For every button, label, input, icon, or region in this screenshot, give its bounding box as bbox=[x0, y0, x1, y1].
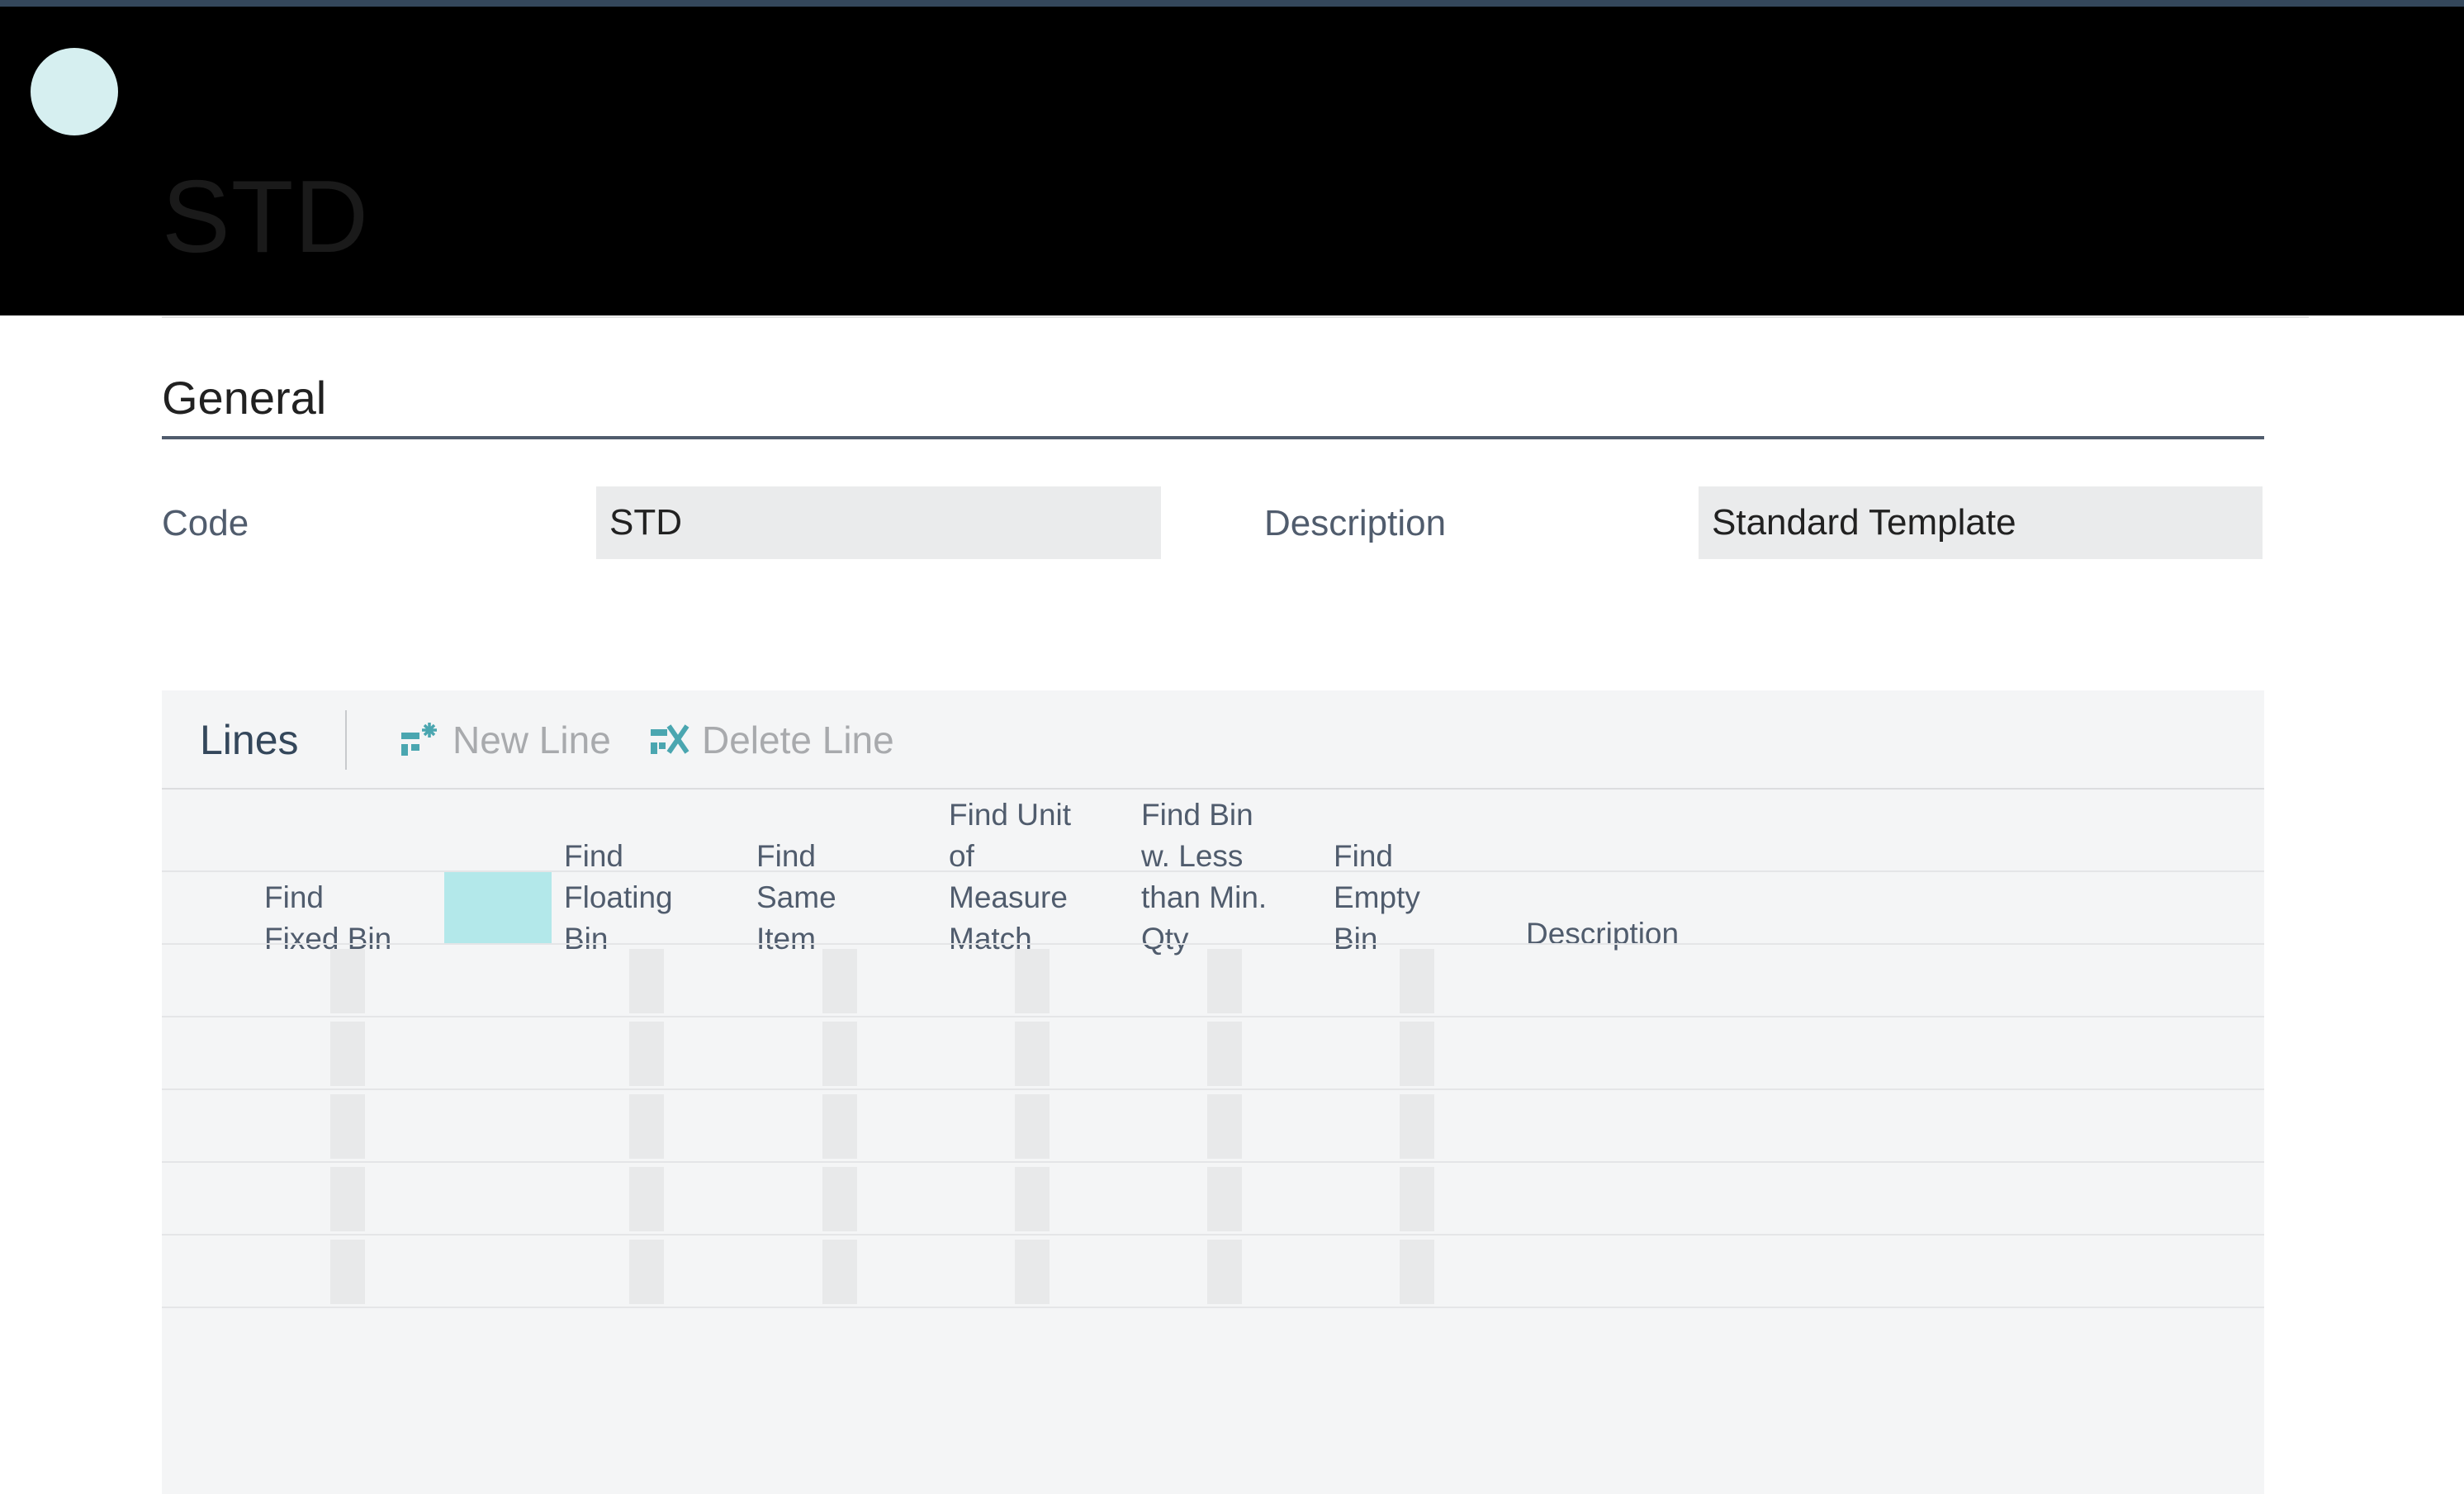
find-uom-match-checkbox[interactable] bbox=[1015, 1094, 1050, 1159]
general-section-title[interactable]: General bbox=[162, 368, 326, 428]
delete-line-icon bbox=[651, 724, 689, 754]
find-same-item-checkbox[interactable] bbox=[822, 949, 857, 1013]
table-row[interactable] bbox=[162, 1090, 2264, 1163]
delete-line-label: Delete Line bbox=[702, 719, 894, 761]
find-fixed-bin-checkbox[interactable] bbox=[330, 1240, 365, 1304]
find-empty-bin-checkbox[interactable] bbox=[1400, 1240, 1434, 1304]
description-field[interactable]: Standard Template bbox=[1699, 486, 2263, 559]
find-fixed-bin-checkbox[interactable] bbox=[330, 1022, 365, 1086]
top-accent-bar bbox=[0, 0, 2464, 7]
find-floating-bin-checkbox[interactable] bbox=[629, 949, 664, 1013]
find-empty-bin-checkbox[interactable] bbox=[1400, 1022, 1434, 1086]
lines-title[interactable]: Lines bbox=[200, 715, 299, 765]
table-row[interactable] bbox=[162, 1236, 2264, 1308]
description-label: Description bbox=[1264, 503, 1447, 543]
header-divider bbox=[162, 316, 2309, 318]
find-floating-bin-checkbox[interactable] bbox=[629, 1022, 664, 1086]
find-uom-match-checkbox[interactable] bbox=[1015, 1167, 1050, 1231]
section-divider bbox=[162, 436, 2264, 439]
avatar[interactable] bbox=[31, 48, 118, 135]
find-bin-less-min-qty-checkbox[interactable] bbox=[1207, 1167, 1242, 1231]
delete-line-button[interactable]: Delete Line bbox=[649, 715, 894, 765]
lines-toolbar: Lines New Line Delete Line bbox=[162, 690, 2264, 790]
find-bin-less-min-qty-checkbox[interactable] bbox=[1207, 1022, 1242, 1086]
new-line-label: New Line bbox=[453, 719, 611, 761]
find-fixed-bin-checkbox[interactable] bbox=[330, 1094, 365, 1159]
find-floating-bin-checkbox[interactable] bbox=[629, 1240, 664, 1304]
find-floating-bin-checkbox[interactable] bbox=[629, 1167, 664, 1231]
find-uom-match-checkbox[interactable] bbox=[1015, 949, 1050, 1013]
find-same-item-checkbox[interactable] bbox=[822, 1240, 857, 1304]
find-fixed-bin-checkbox[interactable] bbox=[330, 949, 365, 1013]
find-same-item-checkbox[interactable] bbox=[822, 1022, 857, 1086]
table-row[interactable] bbox=[162, 1163, 2264, 1236]
find-bin-less-min-qty-checkbox[interactable] bbox=[1207, 1094, 1242, 1159]
code-field[interactable]: STD bbox=[596, 486, 1161, 559]
find-empty-bin-checkbox[interactable] bbox=[1400, 1094, 1434, 1159]
table-row-new[interactable] bbox=[162, 872, 2264, 945]
find-fixed-bin-checkbox[interactable] bbox=[330, 1167, 365, 1231]
new-line-button[interactable]: New Line bbox=[400, 715, 611, 765]
find-bin-less-min-qty-checkbox[interactable] bbox=[1207, 1240, 1242, 1304]
find-empty-bin-checkbox[interactable] bbox=[1400, 1167, 1434, 1231]
lines-panel: Lines New Line Delete Line Find Fixed Bi… bbox=[162, 690, 2264, 1494]
table-row[interactable] bbox=[162, 1017, 2264, 1090]
find-floating-bin-checkbox[interactable] bbox=[629, 1094, 664, 1159]
find-same-item-checkbox[interactable] bbox=[822, 1167, 857, 1231]
find-bin-less-min-qty-checkbox[interactable] bbox=[1207, 949, 1242, 1013]
toolbar-separator bbox=[345, 710, 347, 770]
selected-cell[interactable] bbox=[444, 872, 552, 943]
page-header: STD bbox=[0, 7, 2464, 315]
find-uom-match-checkbox[interactable] bbox=[1015, 1240, 1050, 1304]
code-label: Code bbox=[162, 503, 249, 543]
table-row[interactable] bbox=[162, 945, 2264, 1017]
page-title: STD bbox=[162, 160, 369, 274]
find-uom-match-checkbox[interactable] bbox=[1015, 1022, 1050, 1086]
new-line-icon bbox=[401, 723, 437, 756]
find-same-item-checkbox[interactable] bbox=[822, 1094, 857, 1159]
find-empty-bin-checkbox[interactable] bbox=[1400, 949, 1434, 1013]
